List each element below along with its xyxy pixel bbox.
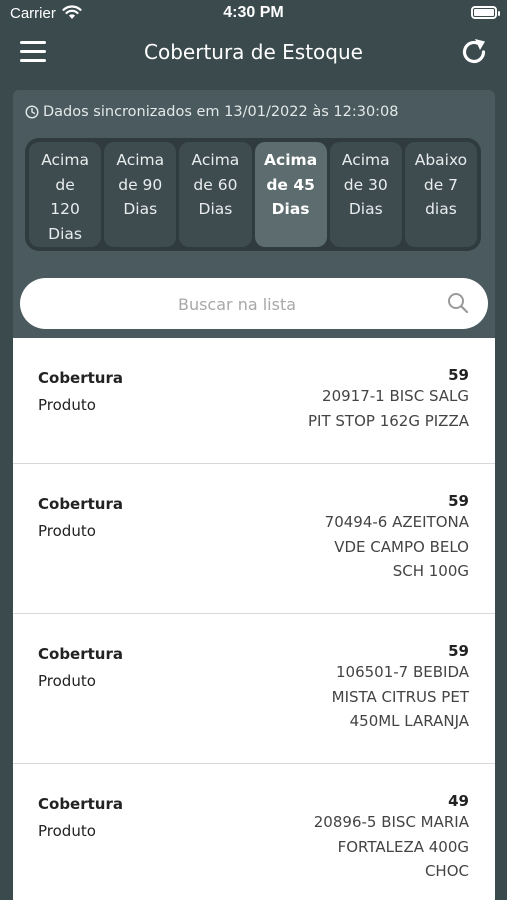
tab-label-line: Dias <box>348 200 383 218</box>
item-values: 59 20917-1 BISC SALG PIT STOP 162G PIZZA <box>308 366 469 433</box>
search-bar <box>20 278 488 331</box>
tab-label-line: Acima <box>341 151 390 169</box>
cobertura-value: 59 <box>448 642 469 660</box>
tab-filter-0[interactable]: Acima de 120 Dias <box>29 142 102 247</box>
page-title: Cobertura de Estoque <box>144 40 363 64</box>
tab-label-line: Acima <box>264 151 318 169</box>
item-values: 49 20896-5 BISC MARIA FORTALEZA 400G CHOC <box>314 792 469 884</box>
status-bar: Carrier 4:30 PM <box>0 0 507 28</box>
tab-label-line: Acima <box>41 151 89 169</box>
list-item[interactable]: Cobertura Produto 49 20896-5 BISC MARIA FORT… <box>13 764 495 900</box>
tab-label-line: Dias <box>123 200 158 218</box>
produto-label: Produto <box>38 822 96 840</box>
tab-label-line: de 90 <box>118 175 163 194</box>
produto-label: Produto <box>38 396 96 414</box>
cobertura-label: Cobertura <box>38 369 123 387</box>
produto-value-line: MISTA CITRUS PET <box>331 687 469 706</box>
cobertura-label: Cobertura <box>38 795 123 813</box>
clock-icon <box>25 105 39 119</box>
produto-value-line: 20896-5 BISC MARIA <box>313 813 469 831</box>
tab-label-line: de 7 <box>423 175 459 194</box>
produto-value-line: 450ML LARANJA <box>349 712 469 730</box>
tab-label-line: de <box>55 175 75 194</box>
produto-value-line: SCH 100G <box>392 562 469 580</box>
tab-label-line: Abaixo <box>414 151 468 169</box>
tab-filter-1[interactable]: Acima de 90 Dias <box>104 142 177 247</box>
tab-label-line: dias <box>425 200 457 218</box>
tab-label-line: de 45 <box>266 175 315 194</box>
nav-bar: Cobertura de Estoque <box>0 28 507 80</box>
refresh-button[interactable] <box>459 37 489 67</box>
cobertura-label: Cobertura <box>38 645 123 663</box>
list-item[interactable]: Cobertura Produto 59 70494-6 AZEITONA VDE CA… <box>13 464 495 614</box>
tab-label-line: de 30 <box>343 175 388 194</box>
tab-filter-2[interactable]: Acima de 60 Dias <box>179 142 252 247</box>
list-item[interactable]: Cobertura Produto 59 106501-7 BEBIDA MISTA C… <box>13 614 495 764</box>
item-values: 59 70494-6 AZEITONA VDE CAMPO BELO SCH 100G <box>325 492 469 584</box>
cobertura-value: 49 <box>448 792 469 810</box>
sync-status: Dados sincronizados em 13/01/2022 às 12:… <box>25 104 399 120</box>
battery-icon <box>471 6 500 19</box>
tab-label-line: Dias <box>48 224 82 243</box>
tab-filter-4[interactable]: Acima de 30 Dias <box>329 142 402 247</box>
clock: 4:30 PM <box>223 4 284 21</box>
produto-label: Produto <box>38 672 96 690</box>
produto-value-line: CHOC <box>424 862 469 880</box>
produto-label: Produto <box>38 522 96 540</box>
coverage-filter-tabs: Acima de 120 Dias Acima de 90 Dias Acima de 60 Di… <box>25 138 481 251</box>
tab-label-line: Acima <box>116 151 165 169</box>
item-values: 59 106501-7 BEBIDA MISTA CITRUS PET 450ML L… <box>332 642 469 734</box>
produto-value-line: PIT STOP 162G PIZZA <box>307 411 469 430</box>
tab-label-line: Dias <box>198 200 233 218</box>
sync-text: Dados sincronizados em 13/01/2022 às 12:… <box>43 104 399 120</box>
cobertura-value: 59 <box>448 492 469 510</box>
cobertura-value: 59 <box>448 366 469 384</box>
search-input[interactable] <box>40 278 434 331</box>
produto-value-line: FORTALEZA 400G <box>337 837 469 856</box>
produto-value-line: 70494-6 AZEITONA <box>324 513 469 531</box>
list-item[interactable]: Cobertura Produto 59 20917-1 BISC SALG PIT S… <box>13 338 495 464</box>
refresh-icon <box>462 39 486 64</box>
tab-label-line: de 60 <box>193 175 238 194</box>
cobertura-label: Cobertura <box>38 495 123 513</box>
tab-filter-5[interactable]: Abaixo de 7 dias <box>404 142 478 247</box>
tab-label-line: Dias <box>271 200 310 218</box>
produto-value-line: 106501-7 BEBIDA <box>335 663 469 681</box>
search-icon[interactable] <box>447 292 469 314</box>
tab-label-line: Acima <box>191 151 240 169</box>
tab-label-line: 120 <box>50 200 80 218</box>
produto-value-line: 20917-1 BISC SALG <box>322 387 469 405</box>
tab-filter-3[interactable]: Acima de 45 Dias <box>254 142 327 247</box>
produto-value-line: VDE CAMPO BELO <box>334 537 469 556</box>
product-list: Cobertura Produto 59 20917-1 BISC SALG PIT S… <box>13 338 495 900</box>
